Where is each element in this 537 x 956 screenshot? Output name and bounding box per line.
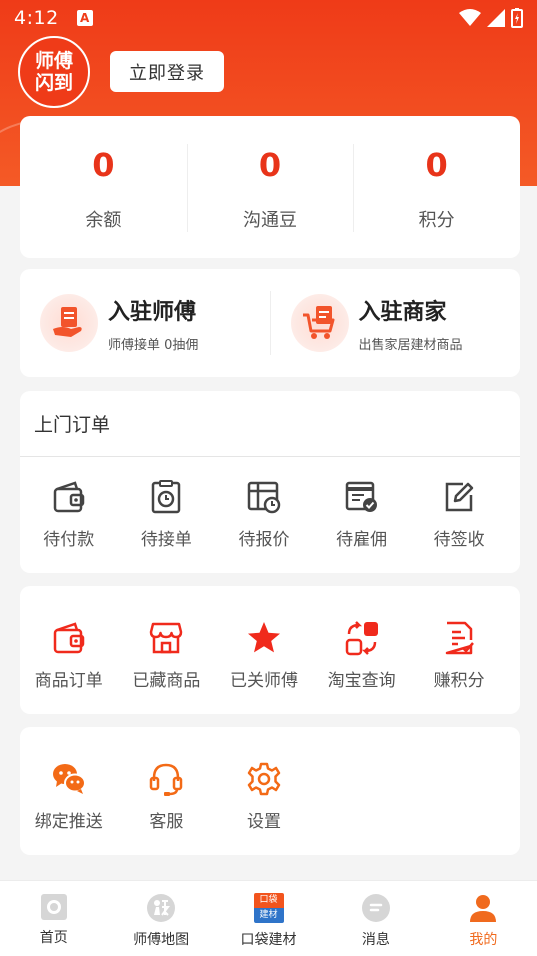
quote-clock-icon: [247, 481, 281, 514]
tool-label: 客服: [149, 812, 184, 832]
avatar-text-line2: 闪到: [34, 72, 73, 94]
stat-beans[interactable]: 0 沟通豆: [186, 116, 354, 258]
signal-icon: [487, 9, 505, 27]
join-card: 入驻师傅 师傅接单 0抽佣 入驻商家 出售家居建材商品: [20, 269, 520, 377]
merchant-cart-icon: [290, 294, 349, 352]
join-worker-button[interactable]: 入驻师傅 师傅接单 0抽佣: [20, 291, 270, 355]
tab-label: 消息: [361, 932, 390, 948]
home-icon: [40, 894, 67, 920]
account-stats-card: 0 余额 0 沟通豆 0 积分: [20, 116, 520, 258]
points-doc-icon: [445, 621, 475, 655]
order-pending-hire[interactable]: 待雇佣: [313, 479, 411, 550]
worker-icon: [40, 294, 98, 352]
join-worker-title: 入驻师傅: [108, 299, 197, 325]
earn-points[interactable]: 赚积分: [410, 620, 508, 691]
join-worker-subtitle: 师傅接单 0抽佣: [108, 337, 199, 353]
gear-icon: [247, 762, 281, 796]
tools-card: 绑定推送 客服 设置: [20, 727, 520, 855]
star-icon: [247, 622, 280, 653]
join-merchant-button[interactable]: 入驻商家 出售家居建材商品: [269, 291, 521, 355]
edit-icon: [445, 482, 474, 512]
shop-label: 淘宝查询: [327, 671, 396, 691]
shop-card: 商品订单 已藏商品 已关师傅 淘宝查询 赚积分: [20, 586, 520, 714]
saved-products[interactable]: 已藏商品: [118, 620, 216, 691]
login-button[interactable]: 立即登录: [110, 51, 224, 92]
order-pending-accept[interactable]: 待接单: [118, 479, 216, 550]
customer-service[interactable]: 客服: [118, 761, 216, 832]
tab-worker-map[interactable]: 师傅地图: [107, 881, 214, 956]
followed-workers[interactable]: 已关师傅: [215, 620, 313, 691]
battery-icon: [511, 8, 523, 28]
tab-label: 师傅地图: [133, 932, 190, 948]
stat-value: 0: [425, 146, 448, 184]
avatar-text-line1: 师傅: [34, 50, 73, 72]
pocket-badge-bottom: 建材: [253, 908, 284, 923]
stat-points[interactable]: 0 积分: [353, 116, 520, 258]
map-icon: [147, 894, 176, 922]
order-pending-payment[interactable]: 待付款: [20, 479, 118, 550]
notification-icon: A: [76, 10, 93, 26]
stat-label: 余额: [85, 210, 122, 231]
shop-label: 已关师傅: [229, 671, 298, 691]
stat-balance[interactable]: 0 余额: [20, 116, 187, 258]
tool-label: 设置: [246, 812, 281, 832]
order-pending-receipt[interactable]: 待签收: [410, 479, 508, 550]
status-time: 4:12: [14, 7, 59, 29]
tool-label: 绑定推送: [34, 812, 103, 832]
wifi-icon: [459, 9, 481, 26]
wallet-icon: [53, 481, 85, 513]
shop-label: 商品订单: [34, 671, 103, 691]
store-icon: [150, 622, 183, 654]
tab-profile[interactable]: 我的: [430, 881, 537, 956]
product-orders[interactable]: 商品订单: [20, 620, 118, 691]
settings[interactable]: 设置: [215, 761, 313, 832]
wechat-icon: [52, 764, 86, 794]
stat-value: 0: [258, 146, 282, 184]
bottom-tab-bar: 首页 师傅地图 口袋 建材 口袋建材 消息 我的: [0, 880, 537, 956]
stat-label: 沟通豆: [243, 210, 297, 231]
order-label: 待报价: [238, 530, 290, 550]
tab-home[interactable]: 首页: [0, 881, 107, 956]
order-label: 待签收: [433, 530, 485, 550]
shop-label: 赚积分: [433, 671, 485, 691]
onsite-orders-title: 上门订单: [20, 391, 520, 457]
stat-value: 0: [92, 146, 115, 184]
join-merchant-subtitle: 出售家居建材商品: [358, 337, 463, 353]
pocket-materials-icon: 口袋 建材: [253, 893, 284, 923]
tab-label: 口袋建材: [240, 932, 297, 948]
bind-push[interactable]: 绑定推送: [20, 761, 118, 832]
taobao-query[interactable]: 淘宝查询: [313, 620, 411, 691]
wallet-icon: [53, 622, 85, 654]
message-icon: [361, 894, 390, 922]
onsite-orders-card: 上门订单 待付款 待接单 待报价 待雇佣 待签收: [20, 391, 520, 573]
order-label: 待付款: [43, 530, 95, 550]
status-bar: 4:12 A: [0, 0, 537, 36]
headset-icon: [150, 763, 183, 796]
tab-pocket-materials[interactable]: 口袋 建材 口袋建材: [215, 881, 322, 956]
stat-label: 积分: [418, 210, 455, 231]
pocket-badge-top: 口袋: [253, 893, 284, 908]
order-pending-quote[interactable]: 待报价: [215, 479, 313, 550]
clipboard-clock-icon: [152, 480, 181, 514]
hire-check-icon: [345, 481, 377, 512]
order-label: 待接单: [140, 530, 192, 550]
tab-messages[interactable]: 消息: [322, 881, 429, 956]
taobao-swap-icon: [345, 621, 378, 656]
app-logo-avatar[interactable]: 师傅 闪到: [18, 36, 90, 108]
tab-label: 我的: [469, 932, 498, 948]
tab-label: 首页: [39, 930, 68, 946]
order-label: 待雇佣: [336, 530, 388, 550]
profile-icon: [470, 895, 497, 922]
shop-label: 已藏商品: [132, 671, 201, 691]
join-merchant-title: 入驻商家: [358, 299, 447, 325]
